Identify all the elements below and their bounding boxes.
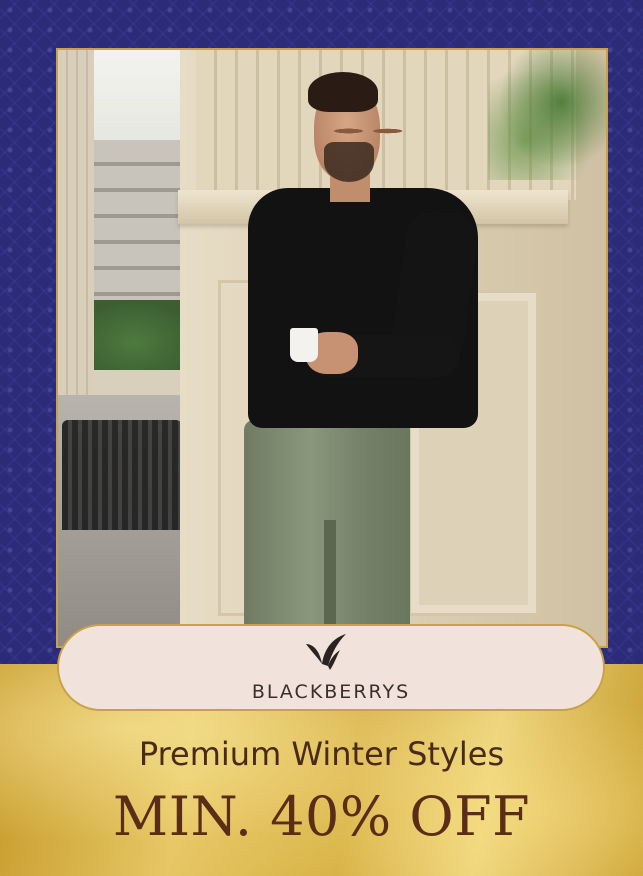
model-beard <box>324 142 374 182</box>
brand-name: BLACKBERRYS <box>251 681 411 703</box>
model-sunglasses <box>330 122 404 140</box>
promo-subtitle: Premium Winter Styles <box>138 735 505 773</box>
blackberrys-bird-logo-icon <box>306 634 346 670</box>
model-hair <box>308 72 378 112</box>
model-figure <box>58 50 606 646</box>
coffee-cup <box>290 328 318 362</box>
promo-offer: MIN. 40% OFF <box>112 785 531 848</box>
model-photo <box>56 48 608 648</box>
promo-banner[interactable]: BLACKBERRYS Premium Winter Styles MIN. 4… <box>0 0 643 876</box>
